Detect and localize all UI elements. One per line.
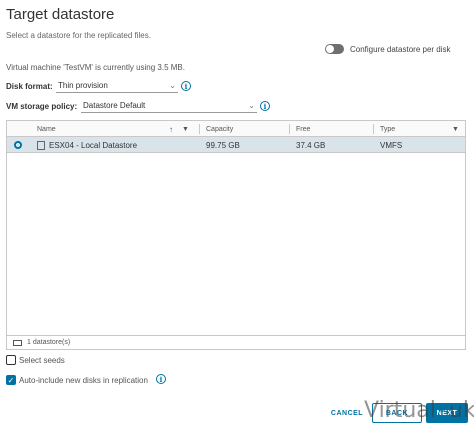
grid-footer: 1 datastore(s) [7,335,465,349]
toggle-switch[interactable] [325,44,344,54]
auto-include-checkbox[interactable]: ✓ [6,375,16,385]
datastore-count: 1 datastore(s) [27,339,71,346]
info-icon[interactable]: i [156,374,166,384]
disk-format-value: Thin provision [58,81,108,90]
cancel-button[interactable]: CANCEL [328,405,366,421]
usage-text: Virtual machine 'TestVM' is currently us… [6,63,185,72]
column-header-free[interactable]: Free [290,121,372,137]
row-radio[interactable] [14,137,22,153]
datastore-grid: Name ↑ ▼ Capacity Free Type ▼ ESX04 - Lo… [6,120,466,350]
cell-type: VMFS [380,140,403,150]
dialog-title: Target datastore [6,6,115,23]
radio-selected-icon[interactable] [14,141,22,149]
back-button[interactable]: BACK [372,403,422,423]
info-icon[interactable]: i [260,101,270,111]
cell-capacity: 99.75 GB [206,140,240,150]
datastore-icon [37,137,45,153]
column-header-capacity[interactable]: Capacity [200,121,288,137]
auto-include-label: Auto-include new disks in replication [19,376,148,385]
next-button[interactable]: NEXT [426,403,468,423]
chevron-down-icon: ⌄ [248,101,255,110]
configure-per-disk-toggle[interactable]: Configure datastore per disk [325,44,451,54]
disk-format-select[interactable]: Thin provision ⌄ [56,81,178,93]
filter-icon[interactable]: ▼ [182,126,189,133]
dialog-subtitle: Select a datastore for the replicated fi… [6,31,151,40]
cell-free: 37.4 GB [296,140,326,150]
filter-icon[interactable]: ▼ [452,126,459,133]
column-header-type[interactable]: Type ▼ [374,121,464,137]
sort-arrow-icon[interactable]: ↑ [169,125,173,134]
grid-header: Name ↑ ▼ Capacity Free Type ▼ [7,121,465,137]
storage-policy-select[interactable]: Datastore Default ⌄ [81,101,257,113]
toggle-label: Configure datastore per disk [350,44,451,54]
disk-format-label: Disk format: [6,82,53,91]
cell-name: ESX04 - Local Datastore [49,140,138,150]
select-seeds-label: Select seeds [19,356,65,365]
columns-toggle-icon[interactable] [13,339,22,346]
chevron-down-icon: ⌄ [169,81,176,90]
table-row[interactable]: ESX04 - Local Datastore 99.75 GB 37.4 GB… [7,137,465,153]
storage-policy-label: VM storage policy: [6,102,78,111]
select-seeds-checkbox[interactable] [6,355,16,365]
info-icon[interactable]: i [181,81,191,91]
storage-policy-value: Datastore Default [83,101,146,110]
column-header-name[interactable]: Name ↑ ▼ [31,121,199,137]
